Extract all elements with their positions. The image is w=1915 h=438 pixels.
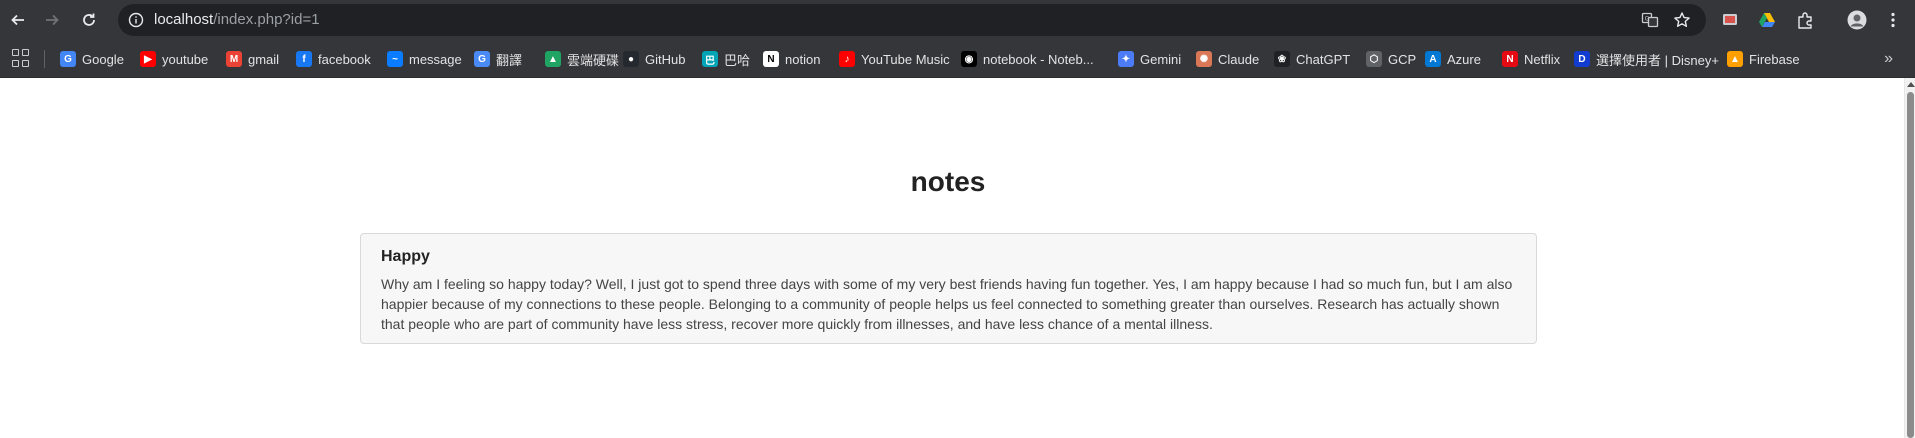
bookmark-item[interactable]: ◉ notebook - Noteb...: [961, 48, 1094, 70]
bookmark-item[interactable]: f facebook: [296, 48, 371, 70]
bookmark-item[interactable]: ▲ Firebase: [1727, 48, 1800, 70]
bookmark-item[interactable]: 巴巴哈: [702, 48, 750, 70]
bookmark-label: 選擇使用者 | Disney+: [1596, 52, 1719, 68]
site-info-icon[interactable]: [126, 10, 146, 30]
notebooklm-icon: ◉: [961, 51, 977, 67]
bookmark-item[interactable]: Nnotion: [763, 48, 820, 70]
disney-icon: D: [1574, 51, 1590, 67]
bookmark-item[interactable]: ⬡ GCP: [1366, 48, 1416, 70]
bookmark-label: GitHub: [645, 51, 686, 67]
bookmark-item[interactable]: ✦ Gemini: [1118, 48, 1181, 70]
bookmark-item[interactable]: ♪ YouTube Music: [839, 48, 950, 70]
drive-extension-icon[interactable]: [1756, 9, 1778, 31]
bookmarks-bar: G Google ▶ youtube Mgmail f facebook ~ message G 翻…: [0, 40, 1915, 78]
bookmark-label: gmail: [248, 51, 280, 67]
bookmark-label: youtube: [162, 51, 209, 67]
page-title: notes: [910, 166, 986, 197]
bookmarks-overflow-chevron-icon[interactable]: »: [1884, 50, 1893, 68]
firebase-icon: ▲: [1727, 51, 1743, 67]
profile-avatar-icon[interactable]: [1846, 9, 1868, 31]
bookmark-item[interactable]: ❀ ChatGPT: [1274, 48, 1350, 70]
claude-icon: ✺: [1196, 51, 1212, 67]
extensions-icon[interactable]: [1794, 9, 1816, 31]
azure-icon: A: [1425, 51, 1441, 67]
url-host: localhost: [154, 11, 214, 28]
bookmark-label: 巴哈: [724, 52, 751, 68]
note-card: Happy Why am I feeling so happy today? W…: [360, 233, 1537, 344]
browser-toolbar: localhost/index.php?id=1 G: [0, 0, 1915, 40]
bookmark-label: Google: [82, 51, 124, 67]
back-button[interactable]: [4, 6, 32, 34]
bookmark-item[interactable]: G 翻譯: [474, 48, 522, 70]
youtube-icon: ▶: [140, 51, 156, 67]
github-icon: ●: [623, 51, 639, 67]
back-arrow-icon: [11, 14, 24, 26]
cast-icon[interactable]: [1719, 9, 1741, 31]
bookmark-label: notion: [785, 51, 821, 67]
scrollbar-thumb[interactable]: [1907, 92, 1914, 438]
bookmark-item[interactable]: Mgmail: [226, 48, 279, 70]
bookmark-item[interactable]: ● GitHub: [623, 48, 685, 70]
url-path: /index.php?id=1: [213, 11, 320, 28]
bookmark-item[interactable]: D 選擇使用者 | Disney+: [1574, 48, 1719, 70]
google-icon: G: [60, 51, 76, 67]
bookmark-label: 雲端硬碟: [567, 52, 620, 68]
address-bar[interactable]: localhost/index.php?id=1 G: [118, 4, 1706, 36]
youtube-music-icon: ♪: [839, 51, 855, 67]
scroll-up-arrow-icon[interactable]: [1907, 82, 1915, 87]
netflix-icon: N: [1502, 51, 1518, 67]
messenger-icon: ~: [387, 51, 403, 67]
gcp-icon: ⬡: [1366, 51, 1382, 67]
reload-icon: [83, 13, 95, 26]
notion-icon: N: [763, 51, 779, 67]
chatgpt-icon: ❀: [1274, 51, 1290, 67]
gmail-icon: M: [226, 51, 242, 67]
forward-button[interactable]: [38, 6, 66, 34]
chrome-menu-icon[interactable]: [1882, 9, 1904, 31]
bookmark-star-icon[interactable]: [1672, 10, 1692, 30]
translate-icon: G: [474, 51, 490, 67]
apps-grid-icon[interactable]: [12, 49, 30, 67]
reload-button[interactable]: [75, 6, 103, 34]
note-body: Why am I feeling so happy today? Well, I…: [381, 276, 1513, 332]
translate-page-icon[interactable]: G: [1640, 10, 1660, 30]
bookmark-label: notebook - Noteb...: [983, 51, 1094, 67]
drive-icon: ▲: [545, 51, 561, 67]
bookmark-label: YouTube Music: [861, 51, 950, 67]
bookmark-label: Netflix: [1524, 51, 1561, 67]
bookmark-label: Firebase: [1749, 51, 1800, 67]
bookmark-item[interactable]: ✺ Claude: [1196, 48, 1259, 70]
bookmark-item[interactable]: G Google: [60, 48, 124, 70]
note-title: Happy: [381, 248, 430, 265]
gemini-icon: ✦: [1118, 51, 1134, 67]
bookmarks-separator: [44, 50, 45, 68]
bookmark-label: message: [409, 51, 462, 67]
facebook-icon: f: [296, 51, 312, 67]
bookmark-item[interactable]: A Azure: [1425, 48, 1481, 70]
bookmark-label: ChatGPT: [1296, 51, 1351, 67]
page-content: notes Happy Why am I feeling so happy to…: [0, 78, 1904, 438]
bookmark-label: Claude: [1218, 51, 1260, 67]
bookmark-label: facebook: [318, 51, 371, 67]
bookmark-item[interactable]: ~ message: [387, 48, 462, 70]
bookmark-label: 翻譯: [496, 52, 523, 68]
bookmark-label: Gemini: [1140, 51, 1182, 67]
url-text[interactable]: localhost/index.php?id=1: [154, 12, 320, 28]
bookmark-item[interactable]: N Netflix: [1502, 48, 1560, 70]
bookmark-item[interactable]: ▶ youtube: [140, 48, 208, 70]
forward-arrow-icon: [46, 14, 59, 26]
bookmark-item[interactable]: ▲ 雲端硬碟: [545, 48, 619, 70]
page-scrollbar[interactable]: [1904, 78, 1915, 438]
bahamut-icon: 巴: [702, 51, 718, 67]
bookmark-label: Azure: [1447, 51, 1481, 67]
bookmark-label: GCP: [1388, 51, 1417, 67]
svg-text:G: G: [1645, 16, 1650, 23]
